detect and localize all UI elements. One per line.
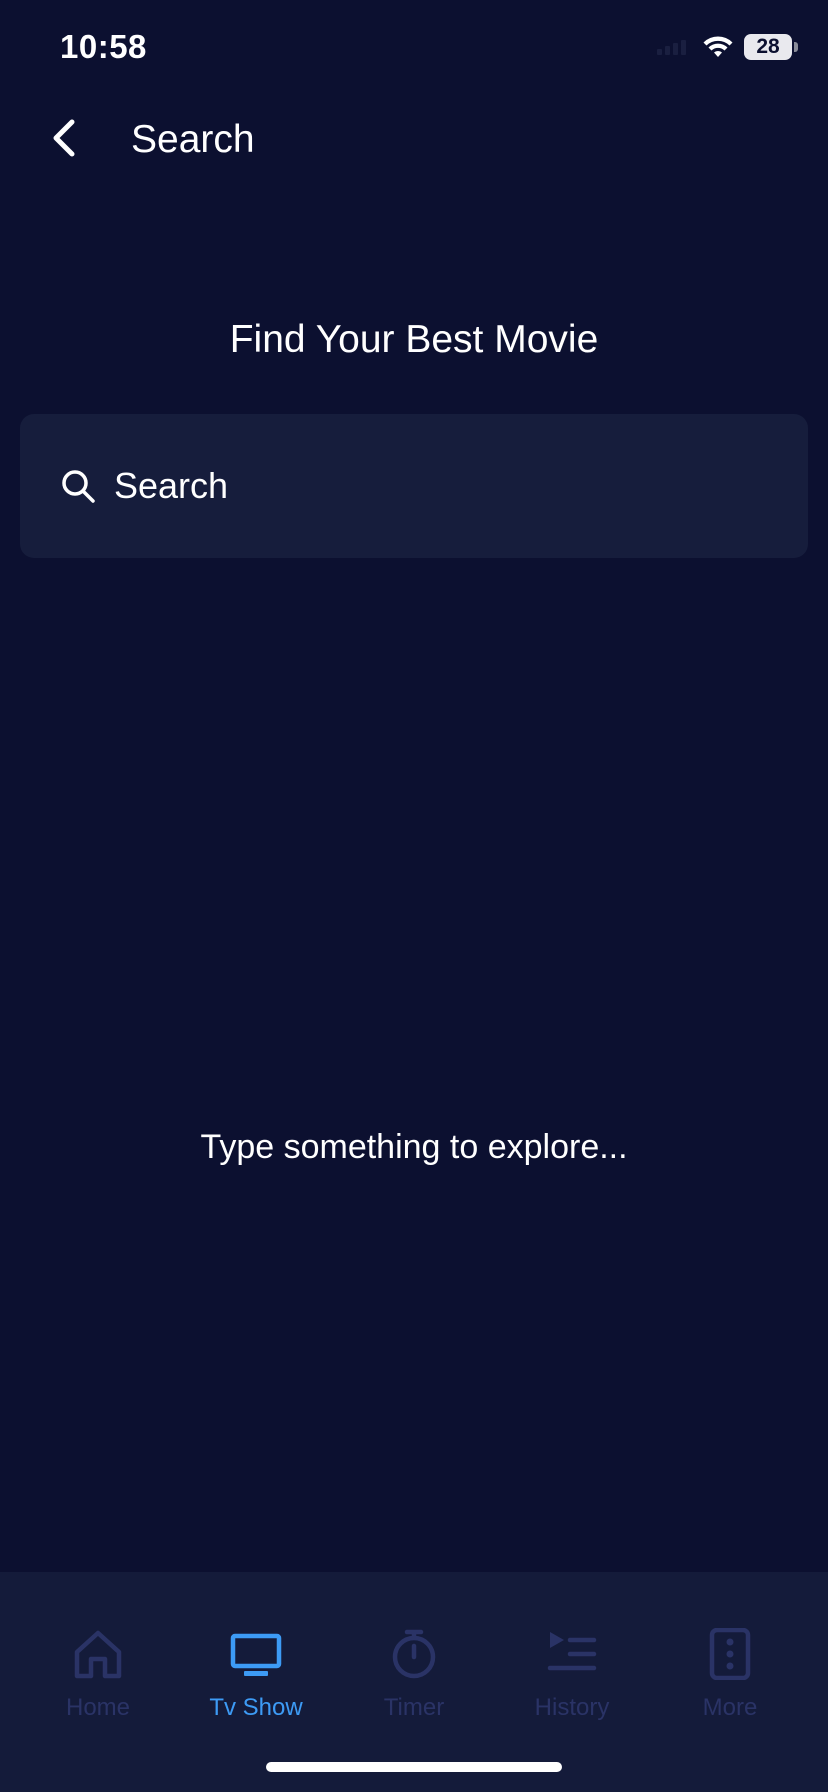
status-indicators: 28 bbox=[657, 34, 798, 60]
status-bar: 10:58 28 bbox=[0, 0, 828, 100]
tab-label: Tv Show bbox=[209, 1694, 303, 1721]
status-time: 10:58 bbox=[60, 28, 147, 65]
search-bar[interactable] bbox=[20, 414, 808, 558]
search-screen: 10:58 28 Search Find Your Best Movie Sea… bbox=[0, 0, 828, 1792]
tab-label: Home bbox=[65, 1694, 131, 1721]
stopwatch-icon bbox=[386, 1626, 442, 1682]
battery-level: 28 bbox=[756, 35, 780, 58]
battery-icon: 28 bbox=[744, 34, 798, 60]
playlist-icon bbox=[544, 1626, 600, 1682]
home-indicator[interactable] bbox=[266, 1762, 562, 1772]
nav-header: Search bbox=[0, 100, 828, 180]
tv-icon bbox=[228, 1626, 284, 1682]
tab-home[interactable]: Home bbox=[20, 1626, 176, 1792]
search-input[interactable] bbox=[114, 465, 754, 507]
wifi-icon bbox=[702, 35, 734, 59]
chevron-left-icon bbox=[50, 118, 78, 163]
tab-label: Timer bbox=[383, 1694, 445, 1721]
tab-label: History bbox=[534, 1694, 610, 1721]
headline: Find Your Best Movie bbox=[229, 318, 599, 361]
tab-more[interactable]: More bbox=[652, 1626, 808, 1792]
search-icon bbox=[60, 468, 96, 504]
empty-state-message: Type something to explore... bbox=[200, 1128, 628, 1166]
back-button[interactable] bbox=[40, 116, 88, 164]
page-title: Search bbox=[131, 118, 255, 161]
cellular-signal-icon bbox=[657, 39, 686, 55]
home-icon bbox=[70, 1626, 126, 1682]
tab-label: More bbox=[702, 1694, 758, 1721]
tab-bar: Home Tv Show Timer History More bbox=[0, 1572, 828, 1792]
more-icon bbox=[702, 1626, 758, 1682]
